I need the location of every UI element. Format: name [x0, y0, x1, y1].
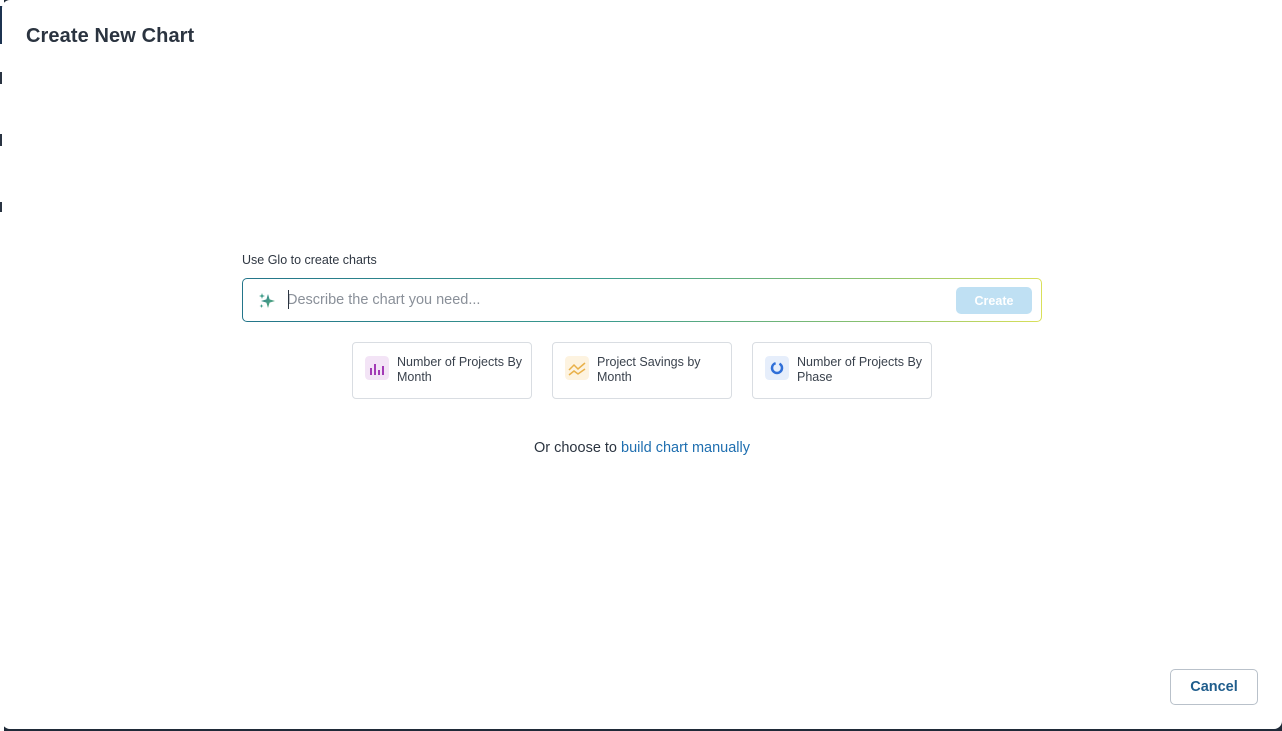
bar-chart-icon [365, 356, 389, 380]
suggestion-savings-by-month[interactable]: Project Savings by Month [552, 342, 732, 399]
donut-chart-icon [765, 356, 789, 380]
line-chart-icon [565, 356, 589, 380]
suggestion-projects-by-month[interactable]: Number of Projects By Month [352, 342, 532, 399]
glo-prompt-inner: Create [243, 279, 1041, 321]
manual-build-prompt: Or choose to build chart manually [2, 440, 1282, 456]
text-caret [288, 290, 289, 309]
suggestion-projects-by-phase[interactable]: Number of Projects By Phase [752, 342, 932, 399]
suggestion-label: Project Savings by Month [597, 355, 701, 384]
create-button[interactable]: Create [956, 287, 1032, 314]
manual-prefix: Or choose to [533, 440, 622, 456]
suggestion-label: Number of Projects By Month [397, 355, 523, 384]
glo-label: Use Glo to create charts [242, 253, 377, 267]
suggestion-label: Number of Projects By Phase [797, 355, 923, 384]
create-chart-modal: Create New Chart Use Glo to create chart… [2, 0, 1282, 729]
modal-title: Create New Chart [26, 25, 195, 47]
glo-prompt-input[interactable] [287, 288, 947, 312]
glo-prompt-box: Create [242, 278, 1042, 322]
cancel-button[interactable]: Cancel [1170, 669, 1258, 705]
build-chart-manually-link[interactable]: build chart manually [621, 440, 750, 456]
sparkle-icon [259, 293, 275, 308]
